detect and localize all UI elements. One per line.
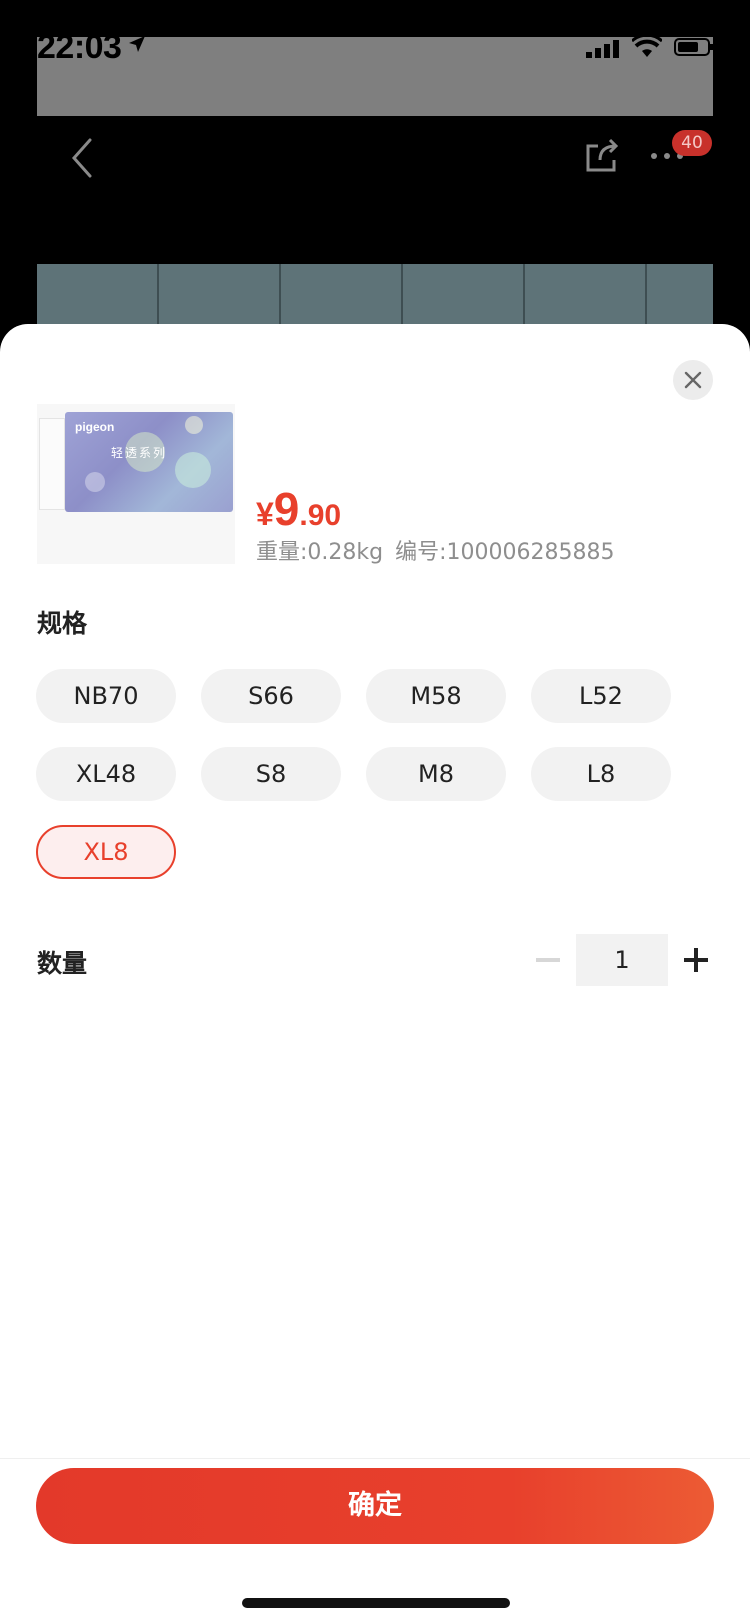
signal-icon bbox=[586, 40, 619, 58]
share-icon[interactable] bbox=[584, 138, 620, 174]
spec-option-l8[interactable]: L8 bbox=[531, 747, 671, 801]
package-side bbox=[39, 418, 65, 510]
location-arrow-icon bbox=[129, 36, 145, 52]
quantity-decrease-button[interactable] bbox=[536, 958, 560, 962]
home-indicator bbox=[242, 1598, 510, 1608]
spec-option-xl8[interactable]: XL8 bbox=[36, 825, 176, 879]
product-code: 编号:100006285885 bbox=[395, 540, 615, 565]
price-currency: ¥ bbox=[256, 496, 274, 532]
price: ¥9.90 bbox=[256, 482, 341, 536]
message-badge: 40 bbox=[672, 130, 712, 156]
close-icon bbox=[684, 371, 702, 389]
battery-icon bbox=[674, 38, 713, 56]
spec-option-nb70[interactable]: NB70 bbox=[36, 669, 176, 723]
price-integer: 9 bbox=[273, 483, 300, 535]
back-icon[interactable] bbox=[68, 136, 98, 180]
wifi-icon bbox=[632, 36, 662, 57]
confirm-button[interactable]: 确定 bbox=[36, 1468, 714, 1544]
footer-divider bbox=[0, 1458, 750, 1459]
quantity-label: 数量 bbox=[37, 949, 88, 978]
spec-option-l52[interactable]: L52 bbox=[531, 669, 671, 723]
close-button[interactable] bbox=[673, 360, 713, 400]
product-thumbnail[interactable]: pigeon 轻透系列 bbox=[37, 404, 235, 564]
spec-option-s8[interactable]: S8 bbox=[201, 747, 341, 801]
status-time: 22:03 bbox=[37, 28, 122, 66]
spec-option-s66[interactable]: S66 bbox=[201, 669, 341, 723]
spec-option-m8[interactable]: M8 bbox=[366, 747, 506, 801]
quantity-increase-button[interactable] bbox=[684, 948, 708, 972]
product-meta: 重量:0.28kg 编号:100006285885 bbox=[256, 534, 615, 566]
spec-option-m58[interactable]: M58 bbox=[366, 669, 506, 723]
spec-label: 规格 bbox=[37, 609, 88, 638]
quantity-input[interactable]: 1 bbox=[576, 934, 668, 986]
product-weight: 重量:0.28kg bbox=[256, 540, 384, 565]
package-front: pigeon 轻透系列 bbox=[65, 412, 233, 512]
price-decimal: .90 bbox=[299, 499, 342, 532]
product-series: 轻透系列 bbox=[111, 446, 168, 460]
spec-option-xl48[interactable]: XL48 bbox=[36, 747, 176, 801]
brand-logo: pigeon bbox=[75, 420, 115, 434]
